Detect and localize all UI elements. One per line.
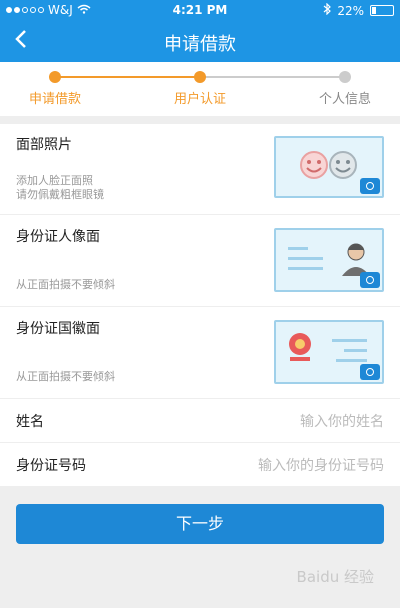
face-photo-label: 面部照片 [16,137,72,153]
nav-bar: 申请借款 [0,20,400,62]
status-bar: W&J 4:21 PM 22% [0,0,400,20]
id-portrait-hint: 从正面拍摄不要倾斜 [16,278,115,291]
step-3-dot [339,71,351,83]
id-number-input[interactable]: 输入你的身份证号码 [258,455,384,475]
step-2-label: 用户认证 [173,92,226,107]
step-indicator: 申请借款 用户认证 个人信息 [0,62,400,116]
step-3-label: 个人信息 [318,92,371,107]
camera-icon [360,272,380,288]
id-portrait-upload[interactable] [274,228,384,292]
id-emblem-hint: 从正面拍摄不要倾斜 [16,370,115,383]
id-number-label: 身份证号码 [16,458,86,474]
next-button[interactable]: 下一步 [16,504,384,544]
name-field-row[interactable]: 姓名 输入你的姓名 [0,398,400,443]
battery-percent: 22% [337,3,364,18]
id-portrait-row: 身份证人像面 从正面拍摄不要倾斜 [0,214,400,307]
face-photo-row: 面部照片 添加人脸正面照 请勿佩戴粗框眼镜 [0,124,400,215]
step-connector-done [55,76,200,78]
step-1-dot [49,71,61,83]
id-number-field-row[interactable]: 身份证号码 输入你的身份证号码 [0,442,400,486]
face-photo-hint-2: 请勿佩戴粗框眼镜 [16,188,104,201]
camera-icon [360,364,380,380]
id-emblem-row: 身份证国徽面 从正面拍摄不要倾斜 [0,306,400,399]
page-title: 申请借款 [164,34,236,55]
step-connector-todo [200,76,345,78]
id-emblem-label: 身份证国徽面 [16,321,100,337]
face-photo-hint-1: 添加人脸正面照 [16,174,93,187]
name-input[interactable]: 输入你的姓名 [300,411,384,431]
camera-icon [360,178,380,194]
step-2-dot [194,71,206,83]
name-label: 姓名 [16,414,44,430]
verification-form: 面部照片 添加人脸正面照 请勿佩戴粗框眼镜 身份证人像面 从正面拍摄不要倾斜 身… [0,124,400,486]
bluetooth-icon [323,2,332,18]
id-portrait-label: 身份证人像面 [16,229,100,245]
face-photo-upload[interactable] [274,136,384,198]
id-emblem-upload[interactable] [274,320,384,384]
battery-icon [370,5,394,16]
watermark: Baidu 经验 [296,568,374,586]
step-1-label: 申请借款 [28,92,81,107]
button-area: 下一步 Baidu 经验 [0,486,400,608]
